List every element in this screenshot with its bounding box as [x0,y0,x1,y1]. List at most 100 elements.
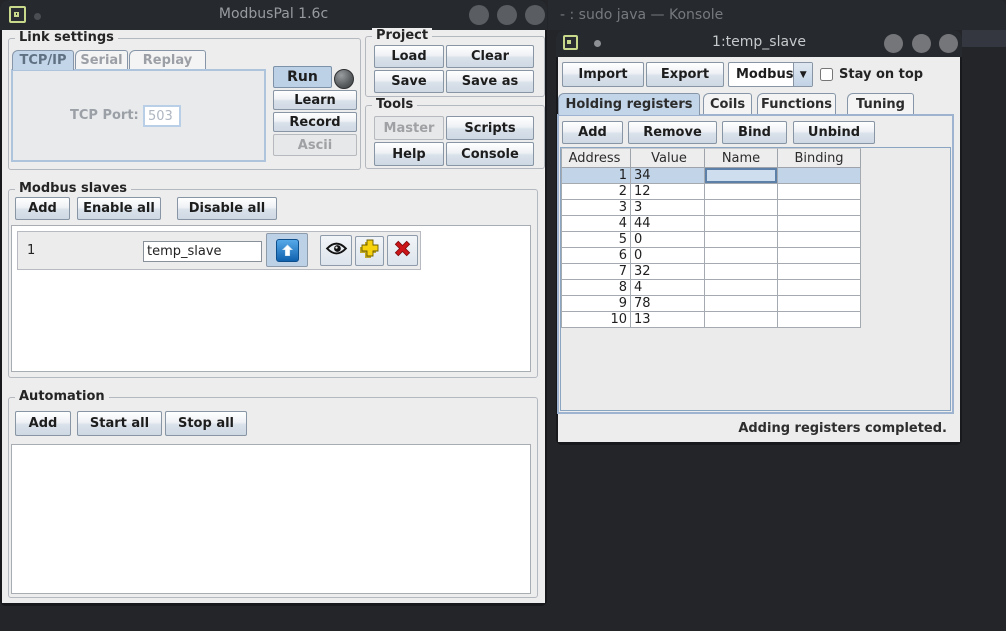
table-cell[interactable]: 5 [561,232,631,248]
tab-tcpip[interactable]: TCP/IP [12,50,74,70]
tab-functions[interactable]: Functions [757,93,836,114]
modbuspal-titlebar[interactable]: ModbusPal 1.6c [0,0,547,30]
console-button[interactable]: Console [446,142,534,166]
table-row[interactable]: 732 [561,264,861,280]
record-button[interactable]: Record [273,112,357,132]
table-cell[interactable]: 1 [561,168,631,184]
table-cell[interactable]: 3 [561,200,631,216]
table-row[interactable]: 60 [561,248,861,264]
table-row[interactable]: 84 [561,280,861,296]
table-cell[interactable]: 2 [561,184,631,200]
stay-on-top-checkbox[interactable] [820,68,833,81]
minimize-button[interactable] [469,5,489,25]
table-row[interactable]: 212 [561,184,861,200]
tcp-port-field[interactable] [143,105,181,127]
tab-tuning[interactable]: Tuning [847,93,914,114]
close-button[interactable] [939,34,958,53]
register-add-button[interactable]: Add [562,121,623,144]
table-row[interactable]: 33 [561,200,861,216]
table-cell[interactable]: 12 [631,184,705,200]
register-unbind-button[interactable]: Unbind [793,121,875,144]
tab-holding-registers[interactable]: Holding registers [558,93,700,115]
table-cell[interactable] [705,216,778,232]
start-all-button[interactable]: Start all [77,411,162,436]
register-table-scrollpane[interactable]: Address Value Name Binding 1342123344450… [560,147,951,411]
table-cell[interactable]: 0 [631,248,705,264]
stop-all-button[interactable]: Stop all [165,411,247,436]
disable-all-button[interactable]: Disable all [177,197,277,220]
help-button[interactable]: Help [374,142,444,166]
save-as-button[interactable]: Save as [446,70,534,93]
table-cell[interactable]: 6 [561,248,631,264]
table-cell[interactable] [705,264,778,280]
table-cell[interactable]: 8 [561,280,631,296]
close-button[interactable] [525,5,545,25]
tab-serial[interactable]: Serial [75,50,128,69]
table-cell[interactable] [705,200,778,216]
table-cell[interactable] [778,312,861,328]
table-cell[interactable] [778,168,861,184]
column-header-name[interactable]: Name [705,148,778,168]
table-row[interactable]: 134 [561,168,861,184]
maximize-button[interactable] [912,34,931,53]
load-button[interactable]: Load [374,45,444,68]
table-cell[interactable] [705,248,778,264]
table-cell[interactable]: 7 [561,264,631,280]
slave-delete-button[interactable] [387,235,418,266]
table-cell[interactable]: 0 [631,232,705,248]
automation-add-button[interactable]: Add [15,411,71,436]
table-cell[interactable] [778,264,861,280]
slave-name-field[interactable] [143,241,262,262]
table-row[interactable]: 1013 [561,312,861,328]
table-cell[interactable]: 13 [631,312,705,328]
register-remove-button[interactable]: Remove [628,121,717,144]
table-cell[interactable] [778,216,861,232]
clear-button[interactable]: Clear [446,45,534,68]
scripts-button[interactable]: Scripts [446,116,534,140]
mode-combobox[interactable]: Modbus ▼ [728,62,813,87]
table-row[interactable]: 978 [561,296,861,312]
table-cell[interactable] [778,200,861,216]
table-cell[interactable] [705,184,778,200]
table-cell[interactable] [778,280,861,296]
column-header-value[interactable]: Value [631,148,705,168]
table-cell[interactable]: 3 [631,200,705,216]
maximize-button[interactable] [497,5,517,25]
table-cell[interactable] [778,232,861,248]
table-row[interactable]: 50 [561,232,861,248]
table-row[interactable]: 444 [561,216,861,232]
table-cell[interactable]: 78 [631,296,705,312]
run-button[interactable]: Run [273,66,332,88]
table-cell[interactable]: 44 [631,216,705,232]
table-cell[interactable] [705,232,778,248]
table-cell[interactable] [778,248,861,264]
table-cell[interactable]: 10 [561,312,631,328]
learn-button[interactable]: Learn [273,90,357,110]
import-button[interactable]: Import [562,62,644,87]
table-cell[interactable]: 4 [631,280,705,296]
slaves-add-button[interactable]: Add [15,197,70,220]
register-bind-button[interactable]: Bind [722,121,787,144]
table-cell[interactable] [778,296,861,312]
tab-replay[interactable]: Replay [129,50,206,69]
slave-enable-toggle[interactable] [266,233,308,267]
chevron-down-icon[interactable]: ▼ [793,63,812,86]
column-header-binding[interactable]: Binding [778,148,861,168]
save-button[interactable]: Save [374,70,444,93]
enable-all-button[interactable]: Enable all [77,197,161,220]
export-button[interactable]: Export [646,62,724,87]
table-cell[interactable]: 4 [561,216,631,232]
table-cell[interactable]: 9 [561,296,631,312]
temp-slave-titlebar[interactable]: 1:temp_slave [556,30,962,57]
konsole-titlebar[interactable]: - : sudo java — Konsole [548,0,1006,30]
table-cell[interactable] [705,312,778,328]
table-cell[interactable] [705,168,778,184]
table-cell[interactable] [778,184,861,200]
table-cell[interactable]: 34 [631,168,705,184]
table-cell[interactable] [705,296,778,312]
table-cell[interactable] [705,280,778,296]
table-cell[interactable]: 32 [631,264,705,280]
column-header-address[interactable]: Address [561,148,631,168]
tab-coils[interactable]: Coils [703,93,752,114]
slave-duplicate-button[interactable] [355,236,384,266]
